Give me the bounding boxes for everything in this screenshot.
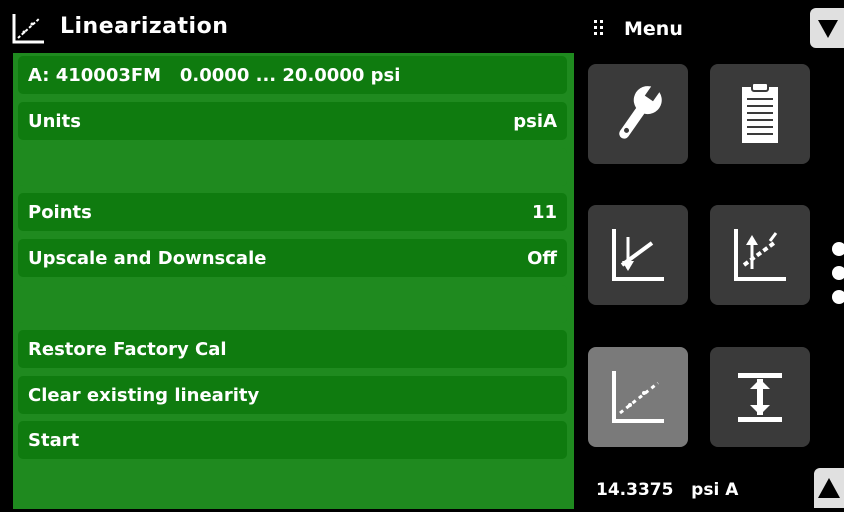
list-item-label: Clear existing linearity bbox=[28, 384, 260, 406]
list-item-label: Start bbox=[28, 429, 80, 451]
span-adjust-button[interactable] bbox=[710, 347, 810, 447]
list-item-label: A: 410003FM 0.0000 ... 20.0000 psi bbox=[28, 64, 401, 86]
linearization-button[interactable] bbox=[588, 347, 688, 447]
clipboard-icon bbox=[742, 82, 778, 143]
menu-label[interactable]: Menu bbox=[624, 18, 683, 40]
list-item-label: Points bbox=[28, 201, 92, 223]
list-item-points[interactable]: Points 11 bbox=[18, 193, 567, 231]
notes-button[interactable] bbox=[710, 64, 810, 164]
linearization-icon bbox=[12, 14, 44, 44]
list-item-sensor-range[interactable]: A: 410003FM 0.0000 ... 20.0000 psi bbox=[18, 56, 567, 94]
page-title: Linearization bbox=[60, 14, 229, 39]
list-item-upscale-downscale[interactable]: Upscale and Downscale Off bbox=[18, 239, 567, 277]
list-item-label: Upscale and Downscale bbox=[28, 247, 267, 269]
list-item-label: Units bbox=[28, 110, 81, 132]
triangle-down-icon bbox=[818, 20, 838, 38]
list-item-restore-factory-cal[interactable]: Restore Factory Cal bbox=[18, 330, 567, 368]
settings-button[interactable] bbox=[588, 64, 688, 164]
list-item-blank bbox=[18, 285, 567, 323]
list-item-units[interactable]: Units psiA bbox=[18, 102, 567, 140]
list-item-label: Restore Factory Cal bbox=[28, 338, 227, 360]
zero-adjust-button[interactable] bbox=[710, 205, 810, 305]
calibration-up-icon bbox=[734, 229, 786, 281]
page-dot[interactable] bbox=[832, 242, 844, 256]
scroll-up-button[interactable] bbox=[814, 468, 844, 508]
pressure-reading: 14.3375 psi A bbox=[596, 480, 739, 500]
scroll-down-button[interactable] bbox=[810, 8, 844, 48]
list-item-blank bbox=[18, 148, 567, 186]
page-dot[interactable] bbox=[832, 266, 844, 280]
list-item-start[interactable]: Start bbox=[18, 421, 567, 459]
wrench-icon bbox=[619, 84, 662, 139]
page-dot-active[interactable] bbox=[832, 290, 844, 304]
linearization-icon bbox=[612, 371, 664, 423]
calibration-down-icon bbox=[612, 229, 664, 281]
span-adjust-icon bbox=[738, 373, 782, 422]
list-item-clear-linearity[interactable]: Clear existing linearity bbox=[18, 376, 567, 414]
list-item-value: psiA bbox=[513, 110, 557, 132]
menu-grip-icon bbox=[594, 20, 603, 35]
calibration-button[interactable] bbox=[588, 205, 688, 305]
list-item-value: 11 bbox=[531, 201, 557, 223]
list-item-value: Off bbox=[527, 247, 557, 269]
linearization-list: A: 410003FM 0.0000 ... 20.0000 psi Units… bbox=[13, 53, 574, 509]
triangle-up-icon bbox=[818, 478, 840, 498]
